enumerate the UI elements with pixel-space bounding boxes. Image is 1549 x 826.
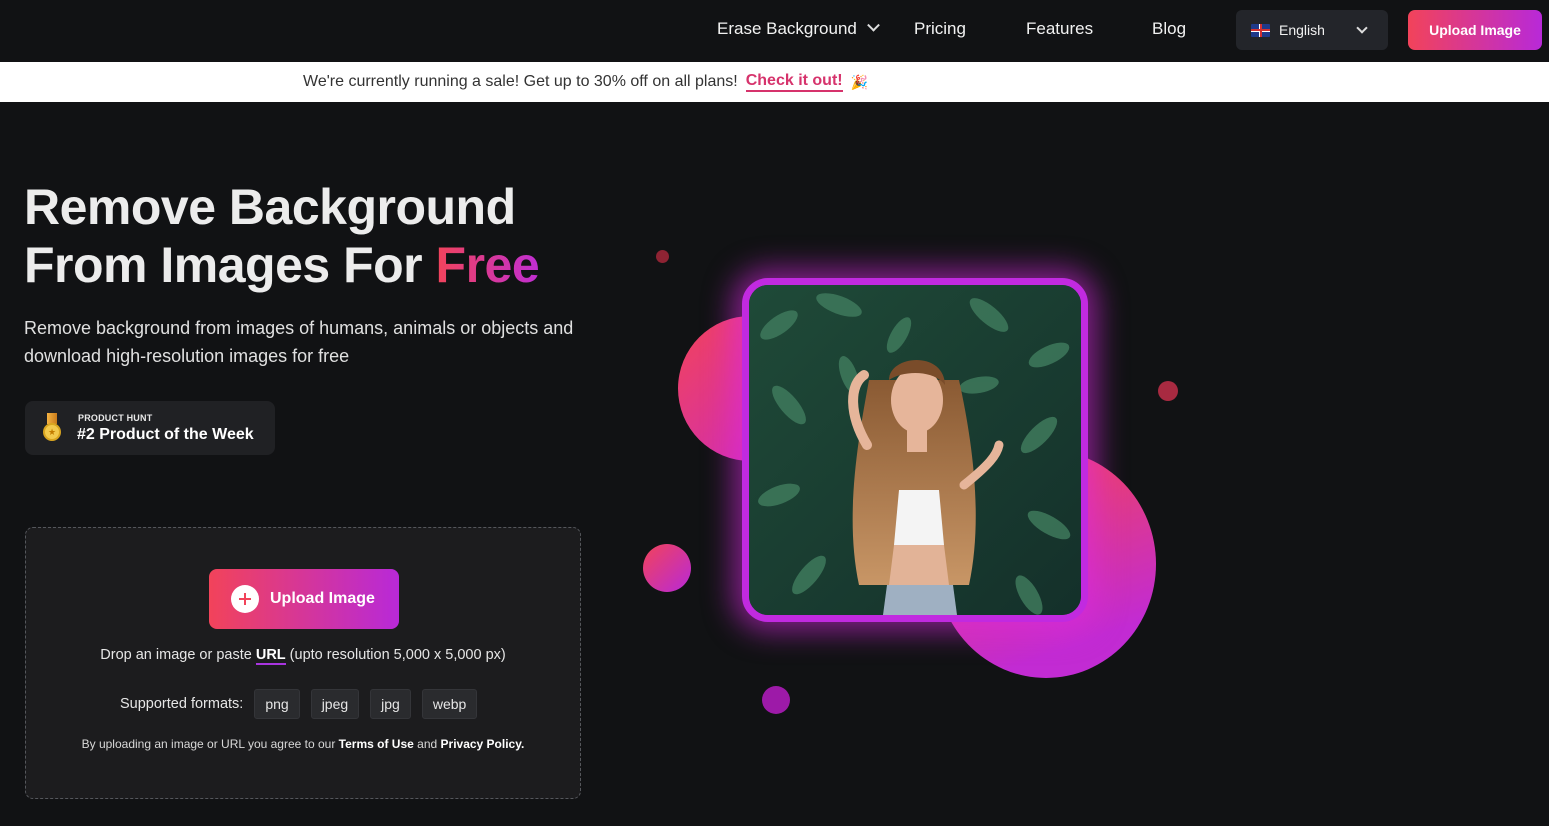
drop-prefix: Drop an image or paste <box>100 647 256 663</box>
decor-dot <box>643 544 691 592</box>
drop-suffix: (upto resolution 5,000 x 5,000 px) <box>285 647 506 663</box>
format-tag-jpg: jpg <box>370 689 411 719</box>
language-label: English <box>1279 22 1325 38</box>
top-navbar: Erase Background Pricing Features Blog E… <box>0 0 1549 62</box>
privacy-policy-link[interactable]: Privacy Policy. <box>441 737 525 751</box>
format-tag-png: png <box>254 689 300 719</box>
chevron-down-icon <box>1356 22 1368 34</box>
terms-notice: By uploading an image or URL you agree t… <box>26 737 580 751</box>
drop-instructions: Drop an image or paste URL (upto resolut… <box>26 647 580 665</box>
chevron-down-icon <box>867 18 880 32</box>
sale-banner: We're currently running a sale! Get up t… <box>0 62 1549 102</box>
decor-dot <box>1158 381 1178 401</box>
upload-dropzone[interactable]: Upload Image Drop an image or paste URL … <box>25 527 581 799</box>
hero-title-line2: From Images For Free <box>24 236 540 294</box>
terms-prefix: By uploading an image or URL you agree t… <box>81 737 339 751</box>
nav-upload-button[interactable]: Upload Image <box>1408 10 1542 50</box>
medal-icon: ★ <box>42 413 62 443</box>
hero-title-line1: Remove Background <box>24 179 516 235</box>
sample-photo-woman <box>749 285 1081 615</box>
sale-banner-text: We're currently running a sale! Get up t… <box>303 73 738 90</box>
product-hunt-badge[interactable]: ★ PRODUCT HUNT #2 Product of the Week <box>25 401 275 455</box>
supported-formats: Supported formats: png jpeg jpg webp <box>120 689 478 719</box>
format-tag-jpeg: jpeg <box>310 689 360 719</box>
nav-features[interactable]: Features <box>1026 19 1093 39</box>
hero-title-line2-prefix: From Images For <box>24 237 436 293</box>
product-hunt-rank: #2 Product of the Week <box>77 426 254 443</box>
terms-of-use-link[interactable]: Terms of Use <box>339 737 414 751</box>
decor-dot <box>656 250 669 263</box>
decor-dot <box>762 686 790 714</box>
hero-title-highlight: Free <box>435 237 540 293</box>
nav-erase-background-label: Erase Background <box>717 19 857 38</box>
nav-pricing[interactable]: Pricing <box>914 19 966 39</box>
language-select[interactable]: English <box>1236 10 1388 50</box>
formats-label: Supported formats: <box>120 696 244 712</box>
upload-image-button-label: Upload Image <box>270 590 375 607</box>
sample-image-frame <box>742 278 1088 622</box>
uk-flag-icon <box>1251 23 1270 37</box>
paste-url-link[interactable]: URL <box>255 647 286 665</box>
terms-and: and <box>413 737 441 751</box>
plus-icon <box>231 585 259 613</box>
party-popper-icon: 🎉 <box>850 73 869 90</box>
product-hunt-label: PRODUCT HUNT <box>78 413 153 423</box>
upload-image-button[interactable]: Upload Image <box>209 569 399 629</box>
format-tag-webp: webp <box>421 689 478 719</box>
hero-subtitle: Remove background from images of humans,… <box>24 318 574 366</box>
nav-erase-background[interactable]: Erase Background <box>717 18 880 39</box>
sale-banner-link[interactable]: Check it out! <box>745 72 843 92</box>
nav-blog[interactable]: Blog <box>1152 19 1186 39</box>
hero-title: Remove Background From Images For Free <box>24 178 540 294</box>
